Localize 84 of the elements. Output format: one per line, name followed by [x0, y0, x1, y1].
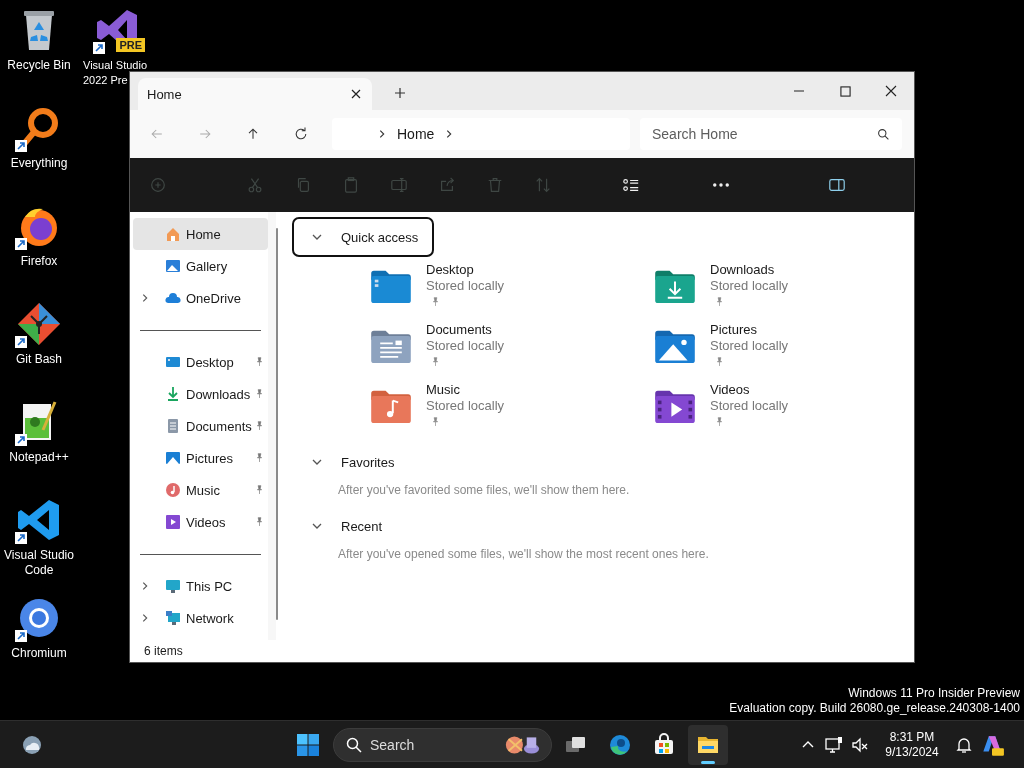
sidebar-item[interactable]: Documents	[133, 410, 268, 442]
search-icon	[346, 736, 362, 753]
sidebar-item[interactable]: Network	[133, 602, 268, 634]
monitor-icon	[165, 578, 181, 594]
taskbar-search-button[interactable]: Search	[333, 727, 552, 762]
evaluation-notice-line: Evaluation copy. Build 26080.ge_release.240308-1400	[729, 701, 1020, 716]
scrollbar[interactable]	[276, 228, 278, 620]
folder-location: Stored locally	[710, 338, 789, 354]
tab[interactable]: Home	[138, 78, 372, 110]
evaluation-notice-line: Windows 11 Pro Insider Preview	[848, 686, 1020, 701]
sidebar-item[interactable]: OneDrive	[133, 282, 268, 314]
shortcut-arrow-icon	[15, 630, 27, 642]
film-icon	[165, 514, 181, 530]
sidebar-item[interactable]: This PC	[133, 570, 268, 602]
shortcut-arrow-icon	[15, 238, 27, 250]
folder-icon	[369, 388, 413, 424]
folder-name[interactable]: Videos	[710, 382, 789, 398]
cloud-icon	[165, 290, 181, 306]
search-icon	[877, 128, 890, 141]
shortcut-arrow-icon	[15, 532, 27, 544]
empty-message: After you've opened some files, we'll show the most recent ones here.	[338, 546, 709, 562]
house-icon	[165, 226, 181, 242]
folder-name[interactable]: Desktop	[426, 262, 505, 278]
folder-name[interactable]: Pictures	[710, 322, 789, 338]
folder-icon	[653, 328, 697, 364]
section-header[interactable]: Recent	[292, 506, 401, 546]
folder-icon	[369, 328, 413, 364]
status-text: 6 items	[144, 644, 183, 658]
sidebar-item[interactable]: Home	[133, 218, 268, 250]
taskbar-app-button[interactable]	[688, 724, 728, 765]
close-icon[interactable]	[350, 88, 362, 100]
bell-icon	[955, 735, 973, 754]
shortcut-arrow-icon	[15, 434, 27, 446]
folder-location: Stored locally	[426, 278, 505, 294]
folder-icon	[653, 388, 697, 424]
sidebar-item[interactable]: Desktop	[133, 346, 268, 378]
wave-circle-icon	[608, 732, 632, 757]
shortcut-arrow-icon	[93, 42, 105, 54]
preview-badge: PRE	[116, 38, 145, 52]
clock[interactable]: 8:31 PM 9/13/2024	[880, 726, 944, 763]
shortcut-arrow-icon	[15, 140, 27, 152]
download-icon	[165, 386, 181, 402]
section-header[interactable]: Quick access	[292, 217, 435, 257]
folder-location: Stored locally	[426, 398, 505, 414]
picture-icon	[165, 450, 181, 466]
network-icon	[165, 610, 181, 626]
desktop-icon-label[interactable]: Chromium	[11, 646, 67, 661]
shortcut-arrow-icon	[15, 336, 27, 348]
sidebar-item[interactable]: Downloads	[133, 378, 268, 410]
desktop-icon-label[interactable]: Git Bash	[16, 352, 62, 367]
windows-logo-icon	[296, 732, 320, 757]
shopping-bag-icon	[652, 732, 676, 757]
folder-location: Stored locally	[426, 338, 505, 354]
sidebar-item[interactable]: Videos	[133, 506, 268, 538]
sidebar-item[interactable]: Gallery	[133, 250, 268, 282]
address-bar[interactable]: Home	[332, 118, 630, 150]
picture-icon	[165, 258, 181, 274]
folder-icon	[653, 268, 697, 304]
desktop-icon-label[interactable]: Notepad++	[9, 450, 69, 465]
close-icon	[885, 85, 897, 97]
breadcrumb[interactable]: Home	[397, 126, 435, 142]
search-field[interactable]: Search Home	[640, 118, 902, 150]
folder-name[interactable]: Downloads	[710, 262, 789, 278]
speaker-muted-icon	[851, 735, 869, 754]
desktop-icon-label[interactable]: Visual Studio Code	[4, 548, 74, 578]
network-monitor-icon	[825, 735, 843, 754]
folder-icon	[369, 268, 413, 304]
monitor-icon	[165, 354, 181, 370]
section-header[interactable]: Favorites	[292, 442, 413, 482]
desktop-icon-label[interactable]: Recycle Bin	[7, 58, 71, 73]
folder-name[interactable]: Documents	[426, 322, 505, 338]
folder-location: Stored locally	[710, 278, 789, 294]
plus-icon	[394, 87, 406, 99]
folder-location: Stored locally	[710, 398, 789, 414]
desktop-icon-label[interactable]: Everything	[10, 156, 68, 171]
maximize-icon	[839, 85, 851, 97]
music-note-icon	[165, 482, 181, 498]
refresh-icon[interactable]	[293, 126, 309, 142]
sidebar-item[interactable]: Music	[133, 474, 268, 506]
folder-name[interactable]: Music	[426, 382, 505, 398]
desktop-icon-label[interactable]: Firefox	[20, 254, 58, 269]
sidebar-item[interactable]: Pictures	[133, 442, 268, 474]
document-icon	[165, 418, 181, 434]
empty-message: After you've favorited some files, we'll show them here.	[338, 482, 630, 498]
